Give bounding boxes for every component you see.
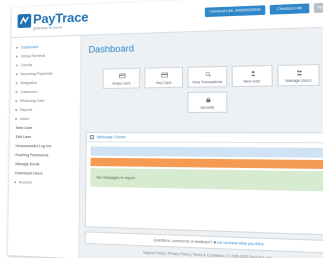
logo-tagline: gateway to more (32, 24, 63, 31)
warning-message-bar (90, 157, 323, 170)
feedback-icon: ■ (213, 240, 216, 245)
sidebar-subitem-new-user[interactable]: New User (10, 124, 80, 132)
lock-icon (205, 97, 212, 103)
tile-label: View Transactions (192, 79, 223, 85)
sidebar-item-label: Recurring Payments (20, 71, 53, 77)
sidebar-item-label: Recurring Card (20, 98, 45, 104)
bullet-icon (15, 109, 18, 112)
sidebar-subitem-manage-email[interactable]: Manage Email (9, 160, 79, 169)
bullet-icon (15, 82, 18, 85)
tile-view-transactions[interactable]: View Transactions (187, 65, 228, 88)
feedback-text: Questions, comments or feedback? (153, 238, 213, 245)
sidebar-item-recurring-payments[interactable]: Recurring Payments (11, 69, 80, 78)
sidebar-item-users[interactable]: Users (10, 115, 80, 123)
sidebar-item-label: Virtual Terminal (20, 53, 46, 59)
bullet-icon (13, 181, 16, 184)
sidebar-item-reports[interactable]: Reports (10, 106, 80, 115)
message-center-panel: Message Center No messages to report. (84, 132, 323, 236)
card-icon (161, 72, 167, 77)
tile-swipe-card[interactable]: Swipe Card (102, 67, 141, 89)
sidebar-item-label: Customers (20, 89, 38, 95)
bullet-icon (15, 73, 18, 76)
sidebar-item-label: Integration (20, 80, 38, 86)
browser-page: PayTrace gateway to more Checkout Link: … (7, 0, 323, 258)
logo-mark-icon (17, 13, 32, 29)
paytrace-logo[interactable]: PayTrace gateway to more (17, 9, 93, 34)
bullet-icon (15, 91, 18, 94)
sidebar-nav: Dashboard Virtual Terminal Checks Recurr… (7, 35, 82, 258)
sidebar-item-label: Users (19, 116, 30, 121)
tile-key-card[interactable]: Key Card (144, 66, 184, 89)
tile-manage-users[interactable]: Manage Users (277, 63, 320, 87)
info-message-bar (90, 146, 323, 158)
sidebar-item-integration[interactable]: Integration (11, 78, 80, 87)
checkout-link-button[interactable]: Checkout Link (269, 3, 310, 15)
tile-security[interactable]: Security (187, 91, 228, 114)
user-icon (250, 71, 256, 77)
bullet-icon (15, 118, 18, 121)
sidebar-item-customers[interactable]: Customers (11, 87, 80, 96)
sidebar-item-account[interactable]: Account (9, 178, 79, 187)
search-icon (205, 72, 212, 77)
feedback-link[interactable]: Let us know what you think (217, 240, 264, 246)
bullet-icon (15, 64, 18, 67)
sidebar-subitem-expiring-passwords[interactable]: Expiring Passwords (10, 151, 80, 160)
message-icon (89, 135, 94, 140)
checkout-link-id-button[interactable]: Checkout Link: 000000000000 (204, 5, 266, 18)
tile-new-user[interactable]: New User (231, 64, 273, 88)
message-center-title: Message Center (96, 135, 127, 140)
sidebar-item-label: Reports (20, 107, 33, 113)
screenshot-stage: PayTrace gateway to more Checkout Link: … (0, 0, 323, 258)
tile-label: Key Card (156, 80, 172, 86)
tile-label: Swipe Card (112, 81, 131, 86)
users-icon (296, 70, 303, 76)
sidebar-item-checks[interactable]: Checks (11, 60, 80, 70)
success-message-bar: No messages to report. (90, 168, 323, 192)
sidebar-item-label: Dashboard (21, 45, 39, 50)
card-icon (119, 73, 125, 78)
top-header: PayTrace gateway to more Checkout Link: … (11, 0, 323, 39)
message-center-header: Message Center (86, 133, 323, 144)
sidebar-subitem-download-users[interactable]: Download Users (9, 169, 79, 178)
page-title: Dashboard (88, 43, 135, 55)
sidebar-item-label: Account (18, 180, 32, 185)
tile-label: New User (243, 79, 261, 84)
tile-label: Manage Users (285, 78, 312, 84)
sidebar-item-recurring-card[interactable]: Recurring Card (10, 96, 80, 105)
sidebar-subitem-edit-user[interactable]: Edit User (10, 133, 80, 141)
no-messages-text: No messages to report. (96, 175, 136, 181)
bullet-icon (16, 46, 19, 49)
sign-out-button[interactable]: Sign Out (313, 2, 323, 13)
bullet-icon (16, 55, 19, 58)
tile-label: Security (200, 105, 215, 110)
sidebar-item-label: Checks (20, 63, 33, 68)
bullet-icon (15, 100, 18, 103)
sidebar-subitem-unsuccessful-log-ins[interactable]: Unsuccessful Log Ins (10, 142, 80, 151)
